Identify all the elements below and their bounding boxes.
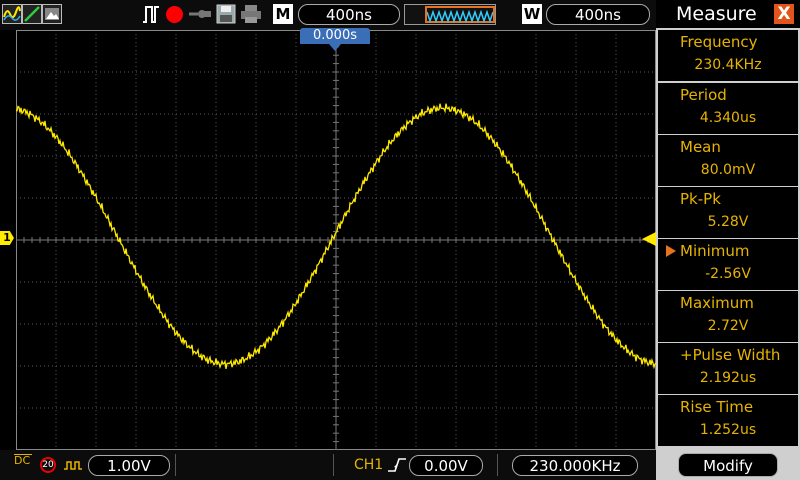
top-toolbar: M 400ns W 400ns — [0, 0, 656, 30]
ch1-trace — [16, 103, 656, 370]
measure-label: Frequency — [680, 33, 758, 51]
cursor-icon[interactable] — [22, 4, 42, 24]
measure-item-maximum[interactable]: Maximum 2.72V — [658, 291, 798, 342]
stop-indicator-icon[interactable] — [166, 6, 183, 23]
trigger-level[interactable]: 0.00V — [409, 455, 483, 476]
measure-value: 80.0mV — [700, 162, 756, 178]
measure-value: -2.56V — [705, 266, 751, 282]
measure-label: Mean — [680, 138, 721, 156]
screenshot-icon[interactable] — [42, 4, 62, 24]
window-value[interactable]: 400ns — [546, 4, 650, 25]
trigger-level-marker[interactable] — [642, 232, 656, 246]
separator — [175, 454, 176, 476]
trigger-frequency: 230.000KHz — [512, 455, 638, 476]
measure-item-mean[interactable]: Mean 80.0mV — [658, 135, 798, 186]
measure-item-frequency[interactable]: Frequency 230.4KHz — [658, 30, 798, 81]
panel-title: Measure — [676, 3, 757, 25]
run-mode-icon[interactable] — [142, 4, 160, 24]
timebase-label: M — [273, 4, 293, 24]
trigger-source: CH1 — [354, 457, 384, 473]
waveform-icon[interactable] — [2, 4, 22, 24]
status-bar: DC 20 1.00V CH1 0.00V 230.000KHz — [0, 450, 656, 480]
modify-button[interactable]: Modify — [678, 453, 778, 477]
selected-arrow-icon — [666, 245, 676, 257]
timebase-value[interactable]: 400ns — [298, 4, 400, 25]
measure-item-rise-time[interactable]: Rise Time 1.252us — [658, 395, 798, 446]
measure-item-pulse-width[interactable]: +Pulse Width 2.192us — [658, 343, 798, 394]
measure-panel: Measure X Frequency 230.4KHz Period 4.34… — [656, 0, 800, 480]
measure-value: 2.72V — [707, 318, 749, 334]
separator — [497, 454, 498, 476]
measure-item-period[interactable]: Period 4.340us — [658, 83, 798, 134]
measure-value: 4.340us — [699, 110, 757, 126]
coupling-text: DC — [14, 454, 31, 467]
window-label: W — [522, 4, 542, 24]
print-icon[interactable] — [240, 4, 262, 24]
measure-value: 5.28V — [707, 214, 749, 230]
memory-position-bar[interactable] — [404, 4, 496, 25]
ch1-ground-marker[interactable]: 1 — [0, 231, 14, 245]
bandwidth-limit-icon: 20 — [40, 457, 56, 473]
separator — [333, 454, 334, 476]
ch1-scale[interactable]: 1.00V — [88, 455, 170, 476]
measure-value: 1.252us — [699, 422, 757, 438]
waveform-display[interactable] — [16, 30, 656, 450]
measure-label: Pk-Pk — [680, 190, 721, 208]
probe-icon — [188, 4, 212, 24]
dc-coupling-icon: DC — [14, 445, 32, 467]
measure-label: Period — [680, 86, 727, 104]
bandwidth-text: 20 — [42, 460, 54, 470]
window-region[interactable] — [425, 6, 495, 24]
ch1-waveform — [16, 103, 656, 370]
measure-panel-header: Measure X — [656, 0, 800, 28]
disk-icon[interactable] — [216, 4, 236, 24]
measure-value: 230.4KHz — [694, 57, 762, 73]
acquire-mode-icon — [63, 458, 83, 477]
measure-label: Rise Time — [680, 398, 754, 416]
measure-item-minimum[interactable]: Minimum -2.56V — [658, 239, 798, 290]
trigger-position-marker — [329, 44, 341, 51]
trigger-position-readout[interactable]: 0.000s — [300, 28, 370, 44]
close-button[interactable]: X — [774, 4, 794, 24]
measure-label: +Pulse Width — [680, 346, 781, 364]
measure-label: Minimum — [680, 242, 750, 260]
rising-edge-icon — [387, 457, 407, 477]
measure-item-pk-pk[interactable]: Pk-Pk 5.28V — [658, 187, 798, 238]
measure-value: 2.192us — [699, 370, 757, 386]
measure-label: Maximum — [680, 294, 754, 312]
